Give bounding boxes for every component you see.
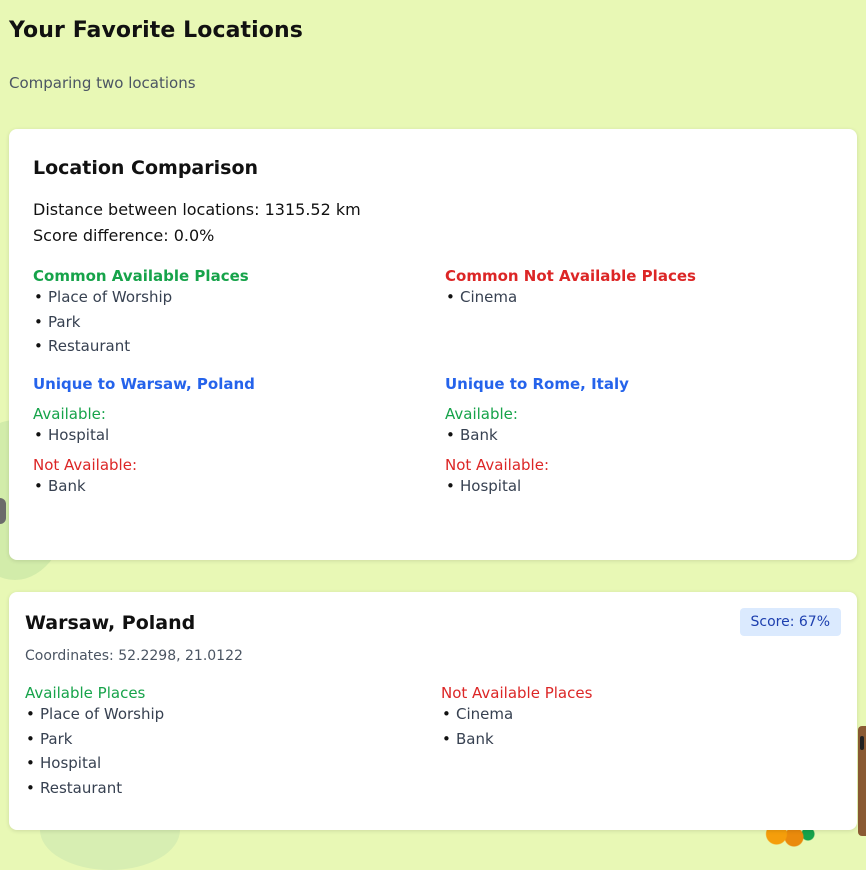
location-coordinates: Coordinates: 52.2298, 21.0122 [25, 648, 243, 664]
list-item: Place of Worship [25, 702, 441, 727]
unique-rome-available: Available: Bank [445, 405, 833, 448]
background-decoration [860, 736, 864, 750]
not-available-label: Not Available: [445, 456, 549, 474]
unique-places-grid: Unique to Warsaw, Poland Available: Hosp… [33, 375, 833, 499]
not-available-places-heading: Not Available Places [441, 684, 593, 702]
not-available-places-list: CinemaBank [441, 702, 841, 751]
location-card-header: Warsaw, Poland Score: 67% [25, 608, 841, 636]
unique-rome-not-available: Not Available: Hospital [445, 456, 833, 499]
unique-warsaw-section: Unique to Warsaw, Poland Available: Hosp… [33, 375, 445, 499]
available-places-heading: Available Places [25, 684, 146, 702]
list-item: Bank [445, 423, 833, 448]
list-item: Hospital [33, 423, 445, 448]
list-item: Cinema [441, 702, 841, 727]
common-available-heading: Common Available Places [33, 267, 249, 285]
unique-rome-heading: Unique to Rome, Italy [445, 374, 629, 393]
list-item: Bank [441, 727, 841, 752]
available-places-list: Place of WorshipParkHospitalRestaurant [25, 702, 441, 800]
list-item: Cinema [445, 285, 833, 310]
unique-warsaw-not-available-list: Bank [33, 474, 445, 499]
page-title: Your Favorite Locations [9, 18, 303, 43]
location-places-grid: Available Places Place of WorshipParkHos… [25, 684, 841, 800]
list-item: Place of Worship [33, 285, 445, 310]
unique-warsaw-heading: Unique to Warsaw, Poland [33, 374, 255, 393]
comparison-card: Location Comparison Distance between loc… [9, 129, 857, 560]
common-not-available-heading: Common Not Available Places [445, 267, 696, 285]
list-item: Hospital [25, 751, 441, 776]
page-subtitle: Comparing two locations [9, 74, 196, 92]
score-difference-text: Score difference: 0.0% [33, 226, 215, 245]
common-places-grid: Common Available Places Place of Worship… [33, 267, 833, 359]
background-decoration [0, 498, 6, 524]
not-available-label: Not Available: [33, 456, 137, 474]
available-places-section: Available Places Place of WorshipParkHos… [25, 684, 441, 800]
available-label: Available: [445, 404, 518, 423]
unique-rome-not-available-list: Hospital [445, 474, 833, 499]
location-name: Warsaw, Poland [25, 612, 196, 634]
unique-warsaw-not-available: Not Available: Bank [33, 456, 445, 499]
common-available-list: Place of WorshipParkRestaurant [33, 285, 445, 359]
not-available-places-section: Not Available Places CinemaBank [441, 684, 841, 800]
unique-warsaw-available: Available: Hospital [33, 405, 445, 448]
location-card: Warsaw, Poland Score: 67% Coordinates: 5… [9, 592, 857, 830]
unique-rome-available-list: Bank [445, 423, 833, 448]
list-item: Park [33, 310, 445, 335]
unique-rome-section: Unique to Rome, Italy Available: Bank No… [445, 375, 833, 499]
list-item: Hospital [445, 474, 833, 499]
comparison-title: Location Comparison [33, 157, 259, 179]
common-not-available-list: Cinema [445, 285, 833, 310]
unique-warsaw-available-list: Hospital [33, 423, 445, 448]
score-badge: Score: 67% [739, 608, 841, 636]
common-not-available-section: Common Not Available Places Cinema [445, 267, 833, 359]
list-item: Restaurant [25, 776, 441, 801]
list-item: Bank [33, 474, 445, 499]
distance-text: Distance between locations: 1315.52 km [33, 200, 361, 219]
available-label: Available: [33, 404, 106, 423]
list-item: Park [25, 727, 441, 752]
page-header: Your Favorite Locations Comparing two lo… [9, 18, 303, 92]
common-available-section: Common Available Places Place of Worship… [33, 267, 445, 359]
list-item: Restaurant [33, 334, 445, 359]
